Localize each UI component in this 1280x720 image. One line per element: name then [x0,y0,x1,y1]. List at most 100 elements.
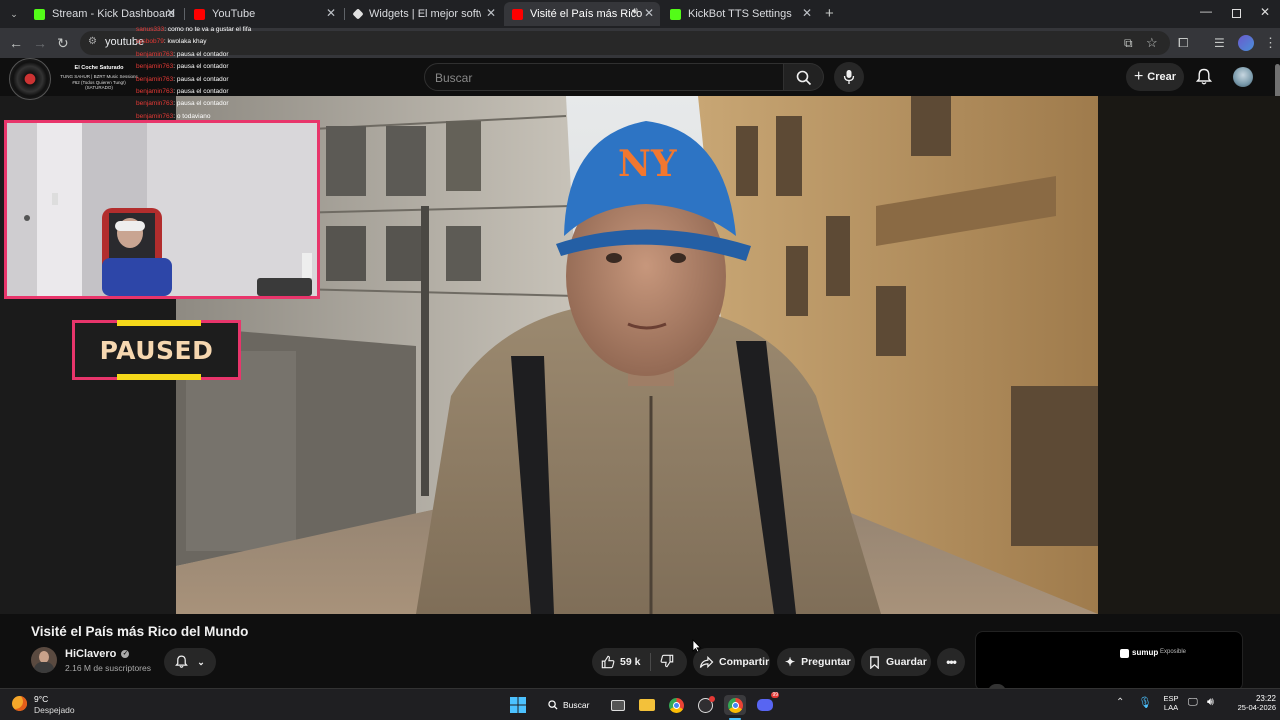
mouse-cursor-icon [692,639,702,653]
lang-top: ESP [1163,694,1179,703]
back-icon[interactable]: ← [9,34,23,52]
chat-message: sysbob79: kwolaka khay [136,38,207,46]
windows-start-button[interactable] [508,695,528,715]
share-label: Compartir [719,656,770,668]
search-button[interactable] [784,63,824,91]
discord-icon[interactable]: 99 [755,692,779,715]
sponsored-card[interactable]: sumup Exposible [975,631,1243,692]
speaker-icon[interactable]: 🔊︎ [632,6,638,17]
thumbs-up-icon [601,655,615,669]
chrome-active-icon[interactable] [724,695,746,715]
tab-youtube[interactable]: YouTube ✕ [186,2,342,26]
tab-widgets[interactable]: Widgets | El mejor software para ✕ [346,2,502,26]
menu-icon[interactable]: ⋮ [1264,34,1277,52]
chat-user: sanus333 [136,26,165,33]
clock[interactable]: 23:22 25-04-2026 [1230,694,1276,712]
chat-message: benjamin763: pausa el contador [136,87,229,95]
now-playing-title: El Coche Saturado [74,65,124,71]
media-controls-icon[interactable]: ☰ [1214,34,1225,52]
notifications-bell-icon[interactable] [1196,68,1212,86]
subscribe-bell-button[interactable]: ⌄ [164,648,216,676]
tab-label: KickBot TTS Settings [688,8,792,20]
share-button[interactable]: Compartir [693,648,770,676]
close-icon[interactable]: ✕ [802,6,812,20]
windows-logo-icon [510,697,526,713]
forward-icon[interactable]: → [33,34,47,52]
profile-avatar[interactable] [1238,35,1254,51]
tab-label: Stream - Kick Dashboard [52,8,175,20]
chat-user: benjamin763 [136,100,174,108]
like-dislike-group: 59 k [592,648,687,676]
more-horizontal-icon: ••• [946,655,957,669]
save-button[interactable]: Guardar [861,648,931,676]
now-playing-subtitle: TUNG SAHUR | BZRT Music Sessions #62 (To… [60,74,138,90]
close-icon[interactable]: ✕ [644,6,654,20]
chat-text: pausa el contador [176,87,229,95]
like-button[interactable]: 59 k [592,655,650,669]
minimize-button[interactable]: — [1200,4,1212,18]
chat-text: como no te va a gustar el fifa [167,26,252,33]
voice-search-button[interactable] [834,62,864,92]
maximize-button[interactable] [1232,9,1241,18]
vinyl-record-icon [9,58,51,100]
network-icon[interactable]: 🖵︎ [1188,697,1198,708]
weather-widget[interactable]: 9°C Despejado [10,692,100,718]
sparkle-icon: ✦ [785,655,796,669]
tab-kick-dashboard[interactable]: Stream - Kick Dashboard ✕ [26,2,182,26]
weather-temp: 9°C [34,694,49,704]
obs-icon[interactable] [695,695,715,715]
channel-avatar[interactable] [31,647,57,673]
language-indicator[interactable]: ESP LAA [1160,694,1182,712]
more-actions-button[interactable]: ••• [937,648,965,676]
volume-icon[interactable]: 🔊︎ [1207,696,1214,709]
youtube-icon [194,8,205,20]
create-label: Crear [1147,71,1177,83]
reload-icon[interactable]: ↻ [57,34,69,52]
chat-text: pausa el contador [176,50,229,58]
install-app-icon[interactable]: ⧉ [1124,34,1133,52]
task-view-icon[interactable] [608,695,628,715]
lang-bottom: LAA [1163,703,1179,712]
file-explorer-icon[interactable] [637,695,657,715]
chat-text: o todaviano [176,112,211,120]
search-placeholder: Buscar [435,71,473,85]
channel-name[interactable]: HiClavero ✓ [65,648,130,660]
search-input[interactable]: Buscar [424,63,784,91]
thumbs-down-icon [660,654,674,667]
close-icon[interactable]: ✕ [166,6,176,20]
tab-label: Widgets | El mejor software para [369,8,481,20]
ask-button[interactable]: ✦ Preguntar [777,648,855,676]
chat-message: sanus333: como no te va a gustar el fifa [136,26,252,33]
close-icon[interactable]: ✕ [486,6,496,20]
bell-icon [175,655,189,668]
ad-text: Exposible [1160,649,1187,655]
discord-badge: 99 [771,692,779,698]
share-icon [699,655,714,668]
windows-taskbar: 9°C Despejado Buscar 99 ⌃ 🎙︎ ESP LAA 🖵︎ … [0,688,1280,720]
close-window-button[interactable]: ✕ [1260,5,1270,19]
dislike-button[interactable] [651,654,674,671]
site-info-icon[interactable]: ⚙︎ [88,36,100,48]
create-button[interactable]: + Crear [1126,63,1184,91]
tab-video[interactable]: Visité el País más Rico del M 🔊︎ ✕ [504,2,660,26]
extensions-icon[interactable]: ⧠ [1178,34,1188,52]
show-hidden-icons-chevron-icon[interactable]: ⌃ [1116,697,1124,708]
chrome-icon[interactable] [666,695,686,715]
video-player-letterbox-right [1098,96,1280,614]
tab-label: Visité el País más Rico del M [530,8,642,20]
chevron-down-icon: ⌄ [197,656,205,667]
webcam-overlay [4,120,320,299]
chat-text: pausa el contador [176,100,229,108]
bookmark-star-icon[interactable]: ☆ [1146,34,1158,52]
chat-text: pausa el contador [176,63,229,71]
paused-bar-top [117,320,201,326]
account-avatar[interactable] [1233,67,1253,87]
taskbar-search[interactable]: Buscar [540,694,600,716]
paused-label: PAUSED [99,335,214,365]
microphone-tray-icon[interactable]: 🎙︎ [1138,696,1152,709]
tab-kickbot-tts[interactable]: KickBot TTS Settings ✕ [662,2,818,26]
chat-user: benjamin763 [136,87,174,95]
tab-search-button[interactable]: ⌄ [6,6,22,22]
new-tab-button[interactable]: + [825,5,834,22]
close-icon[interactable]: ✕ [326,6,336,20]
